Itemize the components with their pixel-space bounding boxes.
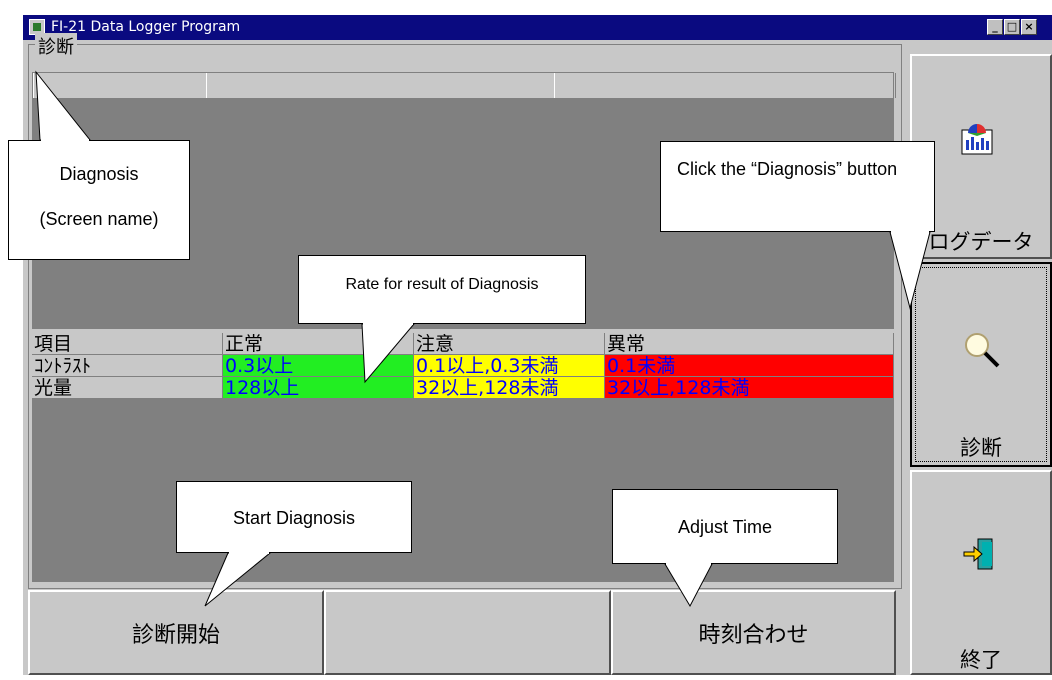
header-abnormal: 異常 <box>605 333 894 355</box>
title-bar: FI-21 Data Logger Program <box>23 15 1052 40</box>
maximize-icon[interactable]: □ <box>1004 19 1020 35</box>
header-caution: 注意 <box>414 333 605 355</box>
callout-click-diagnosis: Click the “Diagnosis” button <box>660 141 935 232</box>
normal-cell: 0.3以上 <box>223 355 414 377</box>
close-icon[interactable]: × <box>1021 19 1037 35</box>
caution-cell: 32以上,128未満 <box>414 377 605 399</box>
callout-screen-name-line1: Diagnosis <box>59 164 139 184</box>
callout-screen-name-line2: (Screen name) <box>39 209 159 229</box>
callout-rate: Rate for result of Diagnosis <box>298 255 586 324</box>
start-diagnosis-button[interactable]: 診断開始 <box>28 590 324 675</box>
table-row: ｺﾝﾄﾗｽﾄ 0.3以上 0.1以上,0.3未満 0.1未満 <box>32 355 894 377</box>
callout-adjust-time: Adjust Time <box>612 489 838 564</box>
chart-icon <box>961 124 993 155</box>
diagnosis-label: 診断 <box>960 436 1002 460</box>
header-normal: 正常 <box>223 333 414 355</box>
normal-cell: 128以上 <box>223 377 414 399</box>
caution-cell: 0.1以上,0.3未満 <box>414 355 605 377</box>
top-grid <box>32 72 896 99</box>
group-label: 診断 <box>35 33 77 59</box>
magnifier-icon <box>965 333 1000 368</box>
table-header-row: 項目 正常 注意 異常 <box>32 333 894 355</box>
exit-label: 終了 <box>960 648 1002 672</box>
rate-table: 項目 正常 注意 異常 ｺﾝﾄﾗｽﾄ 0.3以上 0.1以上,0.3未満 0.1… <box>32 333 894 419</box>
grid-cell <box>33 73 207 98</box>
minimize-icon[interactable]: _ <box>987 19 1003 35</box>
blank-button[interactable] <box>324 590 611 675</box>
exit-door-icon <box>963 538 993 570</box>
window-title: FI-21 Data Logger Program <box>51 19 241 35</box>
callout-start-diagnosis: Start Diagnosis <box>176 481 412 553</box>
row-label: ｺﾝﾄﾗｽﾄ <box>32 355 223 377</box>
grid-cell <box>206 73 555 98</box>
abnormal-cell: 32以上,128未満 <box>605 377 894 399</box>
callout-screen-name: Diagnosis (Screen name) <box>8 140 190 260</box>
row-label: 光量 <box>32 377 223 399</box>
diagnosis-button[interactable]: 診断 <box>910 262 1052 467</box>
table-row: 光量 128以上 32以上,128未満 32以上,128未満 <box>32 377 894 399</box>
grid-cell <box>554 73 896 98</box>
abnormal-cell: 0.1未満 <box>605 355 894 377</box>
exit-button[interactable]: 終了 <box>910 470 1052 675</box>
header-item: 項目 <box>32 333 223 355</box>
adjust-time-button[interactable]: 時刻合わせ <box>611 590 896 675</box>
